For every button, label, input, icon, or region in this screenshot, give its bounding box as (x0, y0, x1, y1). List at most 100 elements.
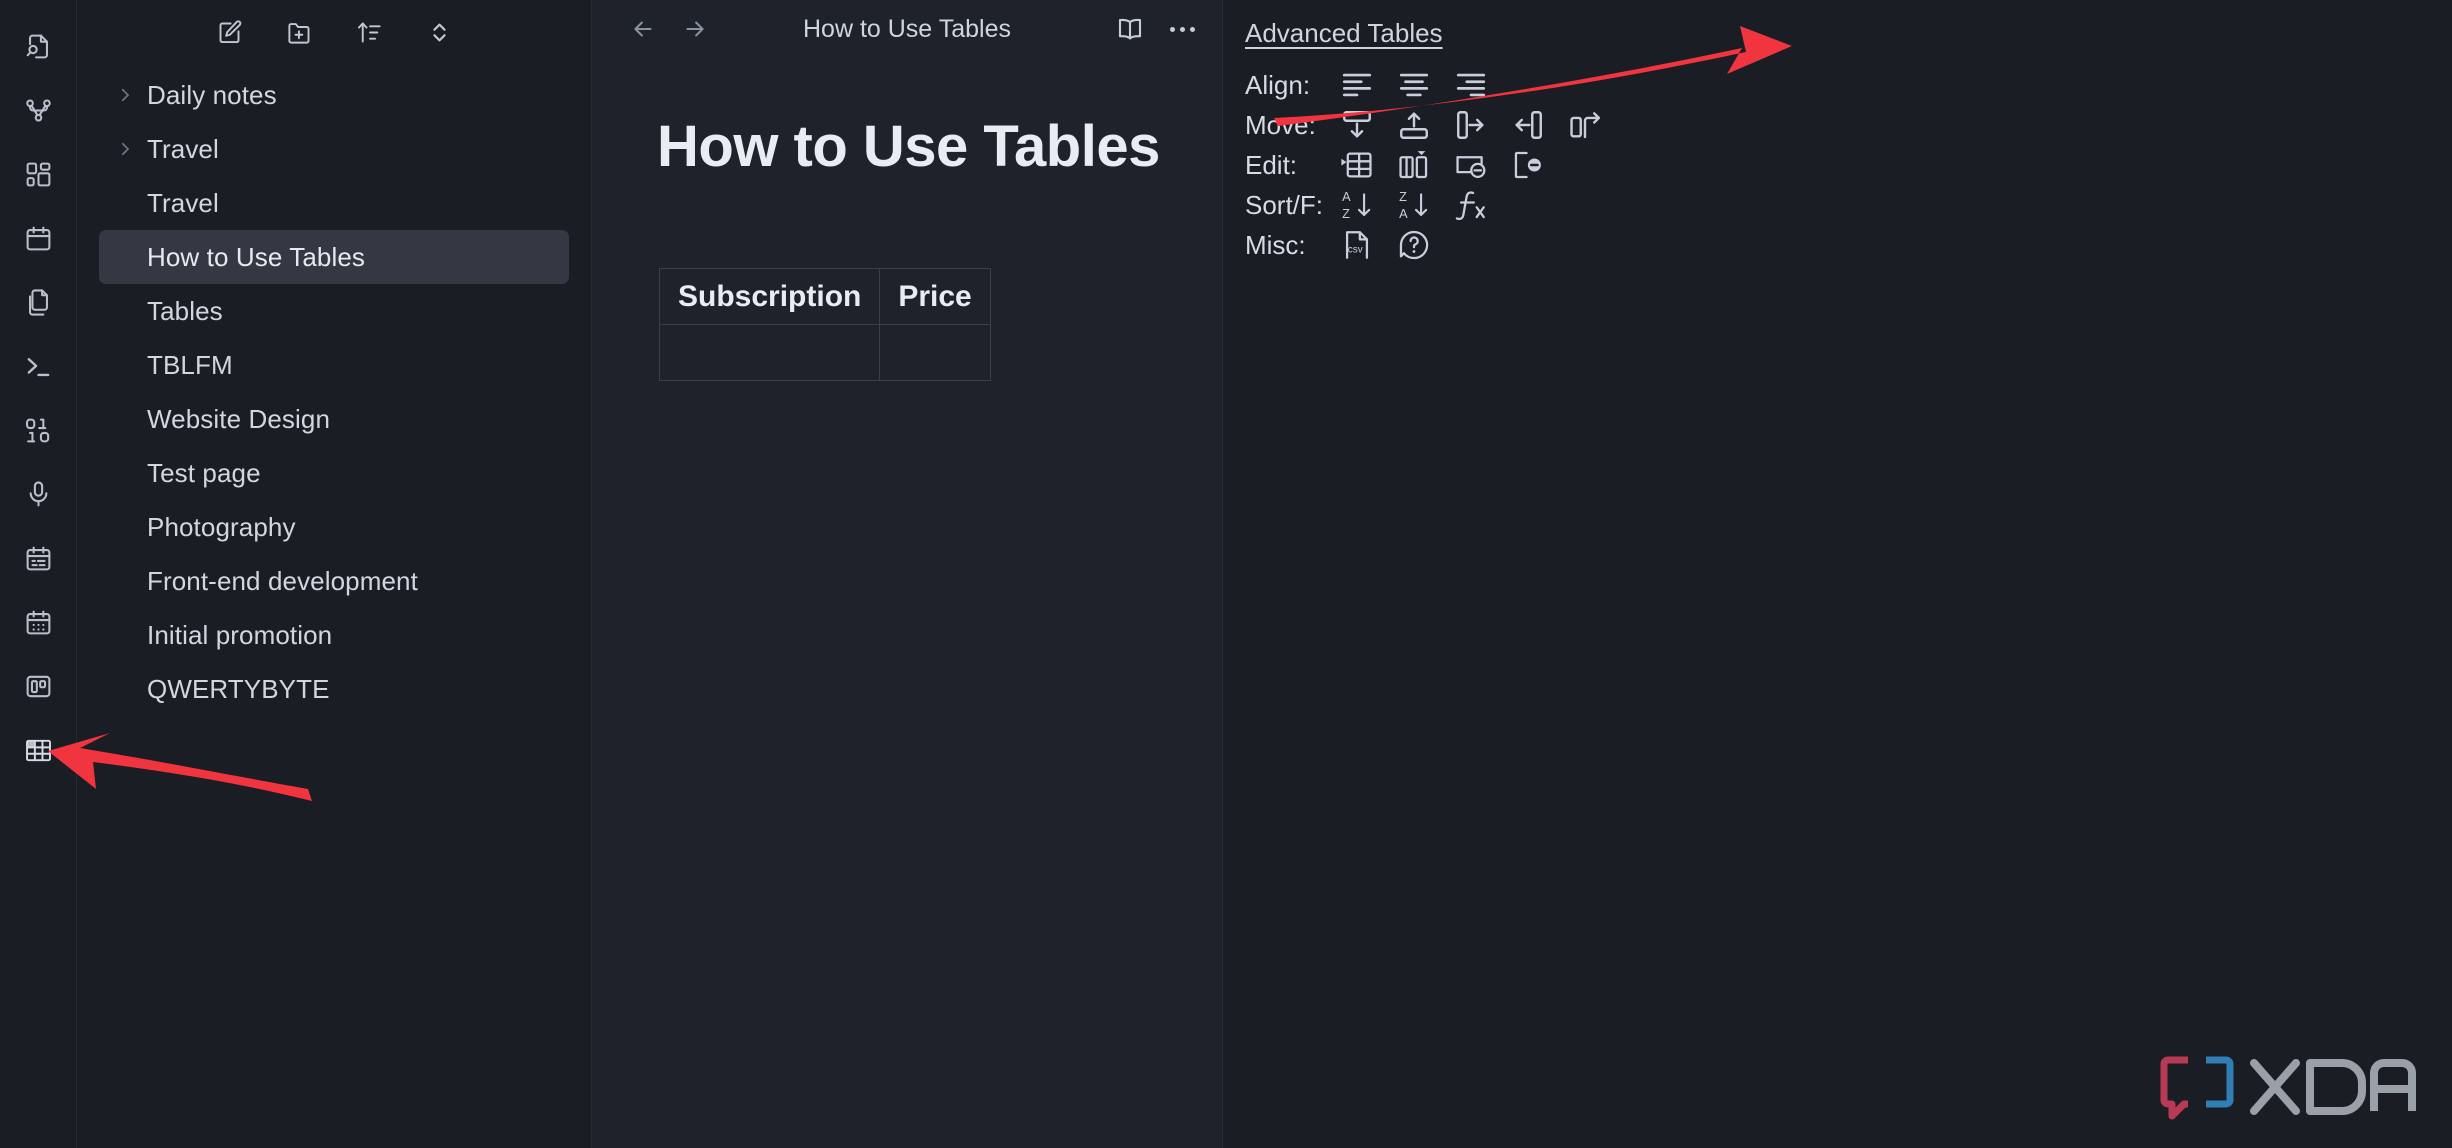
file-item[interactable]: QWERTYBYTE (99, 662, 569, 716)
table-header-cell[interactable]: Subscription (658, 268, 881, 325)
terminal-icon[interactable] (6, 334, 70, 398)
move-label: Move: (1245, 109, 1316, 140)
file-explorer: Daily notes Travel Travel How to Use Tables… (77, 0, 592, 1148)
quick-switcher-icon[interactable] (6, 14, 70, 78)
xda-wordmark (2250, 1059, 2416, 1115)
svg-text:Z: Z (1399, 189, 1407, 204)
new-folder-button[interactable] (282, 15, 316, 49)
header-actions (1112, 11, 1200, 47)
sort-formula-label: Sort/F: (1245, 189, 1324, 220)
collapse-expand-button[interactable] (422, 15, 456, 49)
move-row-up-icon[interactable] (1394, 105, 1434, 145)
more-options-icon[interactable] (1164, 11, 1200, 47)
file-item[interactable]: TBLFM (99, 338, 569, 392)
chevron-right-icon[interactable] (109, 133, 141, 165)
kanban-icon[interactable] (6, 654, 70, 718)
table-header: Subscription Price (658, 268, 991, 325)
more-dots (1169, 26, 1195, 32)
table-body (658, 324, 991, 381)
move-row: Move: (1245, 105, 2452, 145)
file-label: Photography (147, 511, 296, 542)
canvas-icon[interactable] (6, 142, 70, 206)
monthly-calendar-icon[interactable] (6, 590, 70, 654)
move-column-right-icon[interactable] (1451, 105, 1491, 145)
insert-column-icon[interactable] (1394, 145, 1434, 185)
folder-item[interactable]: Travel (99, 122, 569, 176)
align-center-icon[interactable] (1394, 65, 1434, 105)
file-item[interactable]: Travel (99, 176, 569, 230)
new-note-button[interactable] (212, 15, 246, 49)
table-row (658, 324, 991, 381)
svg-text:Z: Z (1342, 206, 1350, 221)
table-icon[interactable] (6, 718, 70, 782)
file-label: QWERTYBYTE (147, 673, 330, 704)
file-label: Test page (147, 457, 261, 488)
panel-title[interactable]: Advanced Tables (1245, 18, 1443, 49)
formula-icon[interactable] (1451, 185, 1491, 225)
svg-text:A: A (1342, 189, 1351, 204)
file-item[interactable]: Initial promotion (99, 608, 569, 662)
document-body: How to Use Tables Subscription Price (592, 58, 1222, 381)
file-label: Daily notes (147, 79, 277, 110)
sort-descending-icon[interactable]: Z A (1394, 185, 1434, 225)
file-list: Daily notes Travel Travel How to Use Tables… (77, 58, 591, 716)
table-header-row: Subscription Price (658, 268, 991, 325)
align-label: Align: (1245, 69, 1311, 100)
file-item[interactable]: Front-end development (99, 554, 569, 608)
chevron-right-icon[interactable] (109, 79, 141, 111)
microphone-icon[interactable] (6, 462, 70, 526)
table-cell[interactable] (658, 324, 881, 381)
transpose-table-icon[interactable] (1565, 105, 1605, 145)
insert-row-icon[interactable] (1337, 145, 1377, 185)
file-label: Tables (147, 295, 223, 326)
binary-icon[interactable] (6, 398, 70, 462)
file-label: TBLFM (147, 349, 233, 380)
editor-pane: How to Use Tables How to Use Tables Subs… (592, 0, 1792, 1148)
folder-item[interactable]: Daily notes (99, 68, 569, 122)
align-right-icon[interactable] (1451, 65, 1491, 105)
file-item[interactable]: How to Use Tables (99, 230, 569, 284)
copy-files-icon[interactable] (6, 270, 70, 334)
export-csv-icon[interactable]: csv (1337, 225, 1377, 265)
file-label: Travel (147, 133, 219, 164)
table-cell[interactable] (879, 324, 991, 381)
file-label: Front-end development (147, 565, 418, 596)
edit-row: Edit: (1245, 145, 2452, 185)
calendar-icon[interactable] (6, 206, 70, 270)
delete-column-icon[interactable] (1508, 145, 1548, 185)
daily-note-icon[interactable] (6, 526, 70, 590)
left-ribbon (0, 0, 77, 1148)
help-icon[interactable] (1394, 225, 1434, 265)
file-item[interactable]: Tables (99, 284, 569, 338)
xda-brackets-icon (2160, 1056, 2234, 1120)
sort-formula-icons: A Z Z A (1337, 185, 1491, 225)
file-label: Travel (147, 187, 219, 218)
graph-view-icon[interactable] (6, 78, 70, 142)
svg-text:csv: csv (1348, 244, 1363, 255)
explorer-toolbar (77, 0, 591, 58)
file-item[interactable]: Website Design (99, 392, 569, 446)
file-item[interactable]: Test page (99, 446, 569, 500)
sort-order-button[interactable] (352, 15, 386, 49)
delete-row-icon[interactable] (1451, 145, 1491, 185)
sort-formula-row: Sort/F: A Z Z A (1245, 185, 2452, 225)
file-label: Website Design (147, 403, 331, 434)
svg-text:A: A (1399, 206, 1408, 221)
back-arrow-icon[interactable] (624, 10, 662, 48)
forward-arrow-icon[interactable] (676, 10, 714, 48)
edit-icons (1337, 145, 1548, 185)
advanced-tables-panel: Advanced Tables Align: Move: Edit: Sort/… (1222, 0, 2452, 1148)
page-title: How to Use Tables (657, 114, 1160, 179)
align-icons (1337, 65, 1491, 105)
xda-watermark (2158, 1054, 2418, 1120)
reading-view-icon[interactable] (1112, 11, 1148, 47)
align-left-icon[interactable] (1337, 65, 1377, 105)
move-column-left-icon[interactable] (1508, 105, 1548, 145)
file-item[interactable]: Photography (99, 500, 569, 554)
obsidian-window: Daily notes Travel Travel How to Use Tables… (0, 0, 2452, 1148)
table-header-cell[interactable]: Price (879, 268, 991, 325)
move-icons (1337, 105, 1605, 145)
move-row-down-icon[interactable] (1337, 105, 1377, 145)
sort-ascending-icon[interactable]: A Z (1337, 185, 1377, 225)
markdown-table[interactable]: Subscription Price (658, 268, 991, 381)
